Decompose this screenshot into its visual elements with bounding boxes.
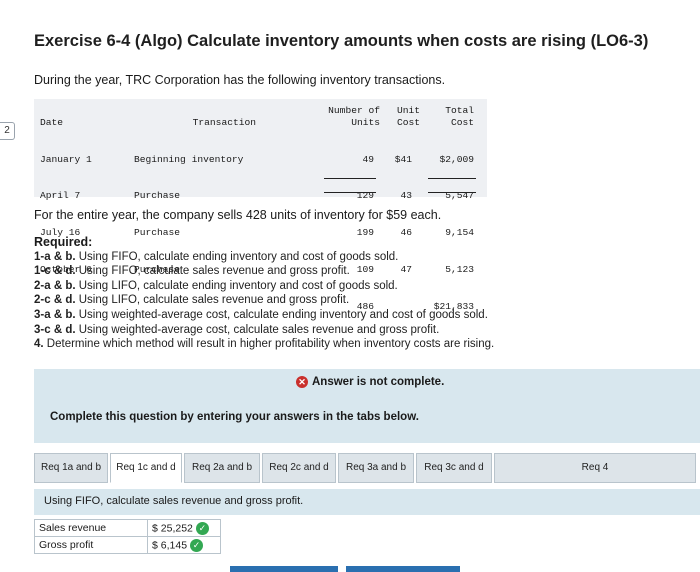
sales-revenue-input[interactable]: $ 25,252 ✓ [147,519,221,537]
next-nav-button[interactable] [346,566,460,572]
required-item-text: Using weighted-average cost, calculate e… [78,308,488,321]
answer-table: Sales revenue $ 25,252 ✓ Gross profit $ 6… [34,519,221,554]
required-item-number: 3-a & b. [34,308,76,321]
required-title: Required: [34,235,93,249]
tab-req-2c-d[interactable]: Req 2c and d [262,453,336,483]
table-row: Sales revenue $ 25,252 ✓ [34,519,221,537]
required-item-text: Using weighted-average cost, calculate s… [78,323,440,336]
tab-req-4[interactable]: Req 4 [494,453,696,483]
complete-prompt: Complete this question by entering your … [50,411,419,423]
table-cell: $2,009 [439,153,474,165]
panel-instruction: Using FIFO, calculate sales revenue and … [44,495,304,507]
required-item-text: Using FIFO, calculate ending inventory a… [78,250,399,263]
tab-req-1c-d[interactable]: Req 1c and d [110,453,182,483]
gross-profit-value: 6,145 [160,538,188,551]
required-item-text: Using LIFO, calculate ending inventory a… [78,279,398,292]
required-item-number: 3-c & d. [34,323,76,336]
required-item: 1-a & b. Using FIFO, calculate ending in… [34,250,494,265]
check-icon: ✓ [190,538,204,552]
table-row: Gross profit $ 6,145 ✓ [34,536,221,554]
error-x-icon: ✕ [296,376,308,388]
required-item: 1-c & d. Using FIFO, calculate sales rev… [34,264,494,279]
intro-text: During the year, TRC Corporation has the… [34,73,446,87]
exercise-title: Exercise 6-4 (Algo) Calculate inventory … [34,32,649,50]
tab-req-2a-b[interactable]: Req 2a and b [184,453,260,483]
units-header-line1: Number of [328,105,380,116]
currency-symbol: $ [152,521,158,534]
units-double-rule [324,192,376,193]
table-cell: $41 [394,153,412,165]
date-header: Date [40,117,64,128]
cost-total-rule [428,178,476,179]
tab-panel: Using FIFO, calculate sales revenue and … [34,483,700,572]
answer-status-text: Answer is not complete. [312,376,445,388]
unit-cost-header-line2: Cost [396,117,420,128]
requirement-tabs: Req 1a and b Req 1c and d Req 2a and b R… [34,453,700,483]
transaction-header: Transaction [192,117,256,128]
required-item: 3-a & b. Using weighted-average cost, ca… [34,308,494,323]
required-item-number: 2-c & d. [34,294,76,307]
gross-profit-input[interactable]: $ 6,145 ✓ [147,536,221,554]
currency-symbol: $ [152,538,158,551]
required-item: 2-c & d. Using LIFO, calculate sales rev… [34,293,494,308]
side-page-number[interactable]: 2 [0,122,15,140]
required-item-number: 4. [34,338,44,351]
required-item-number: 2-a & b. [34,279,76,292]
tab-req-3c-d[interactable]: Req 3c and d [416,453,492,483]
sales-revenue-value: 25,252 [160,521,193,534]
table-cell: January 1 [40,153,92,165]
units-header-line2: Units [351,117,380,128]
table-cell: 43 [400,190,412,202]
prev-nav-button[interactable] [230,566,338,572]
required-item: 2-a & b. Using LIFO, calculate ending in… [34,279,494,294]
required-item-text: Using FIFO, calculate sales revenue and … [78,265,350,278]
required-item-text: Using LIFO, calculate sales revenue and … [78,294,350,307]
total-cost-header-line2: Cost [450,117,474,128]
required-section: Required: 1-a & b. Using FIFO, calculate… [34,235,494,352]
check-icon: ✓ [195,521,209,535]
required-item: 4. Determine which method will result in… [34,337,494,352]
table-cell: Beginning inventory [134,153,244,165]
unit-cost-header-line1: Unit [396,105,420,116]
sales-statement: For the entire year, the company sells 4… [34,208,442,222]
units-total-rule [324,178,376,179]
required-item-text: Determine which method will result in hi… [46,338,495,351]
sales-revenue-label: Sales revenue [34,519,148,537]
total-cost-header-line1: Total [445,105,474,116]
answer-status: ✕ Answer is not complete. [296,376,444,388]
transactions-table: Number of Unit Total Date Transaction Un… [34,99,487,312]
table-cell: Purchase [134,190,181,202]
required-item-number: 1-c & d. [34,265,76,278]
tab-req-3a-b[interactable]: Req 3a and b [338,453,414,483]
gross-profit-label: Gross profit [34,536,148,554]
required-item-number: 1-a & b. [34,250,76,263]
tab-req-1a-b[interactable]: Req 1a and b [34,453,108,483]
table-cell: 49 [362,153,374,165]
required-item: 3-c & d. Using weighted-average cost, ca… [34,323,494,338]
table-cell: April 7 [40,190,81,202]
cost-double-rule [428,192,476,193]
